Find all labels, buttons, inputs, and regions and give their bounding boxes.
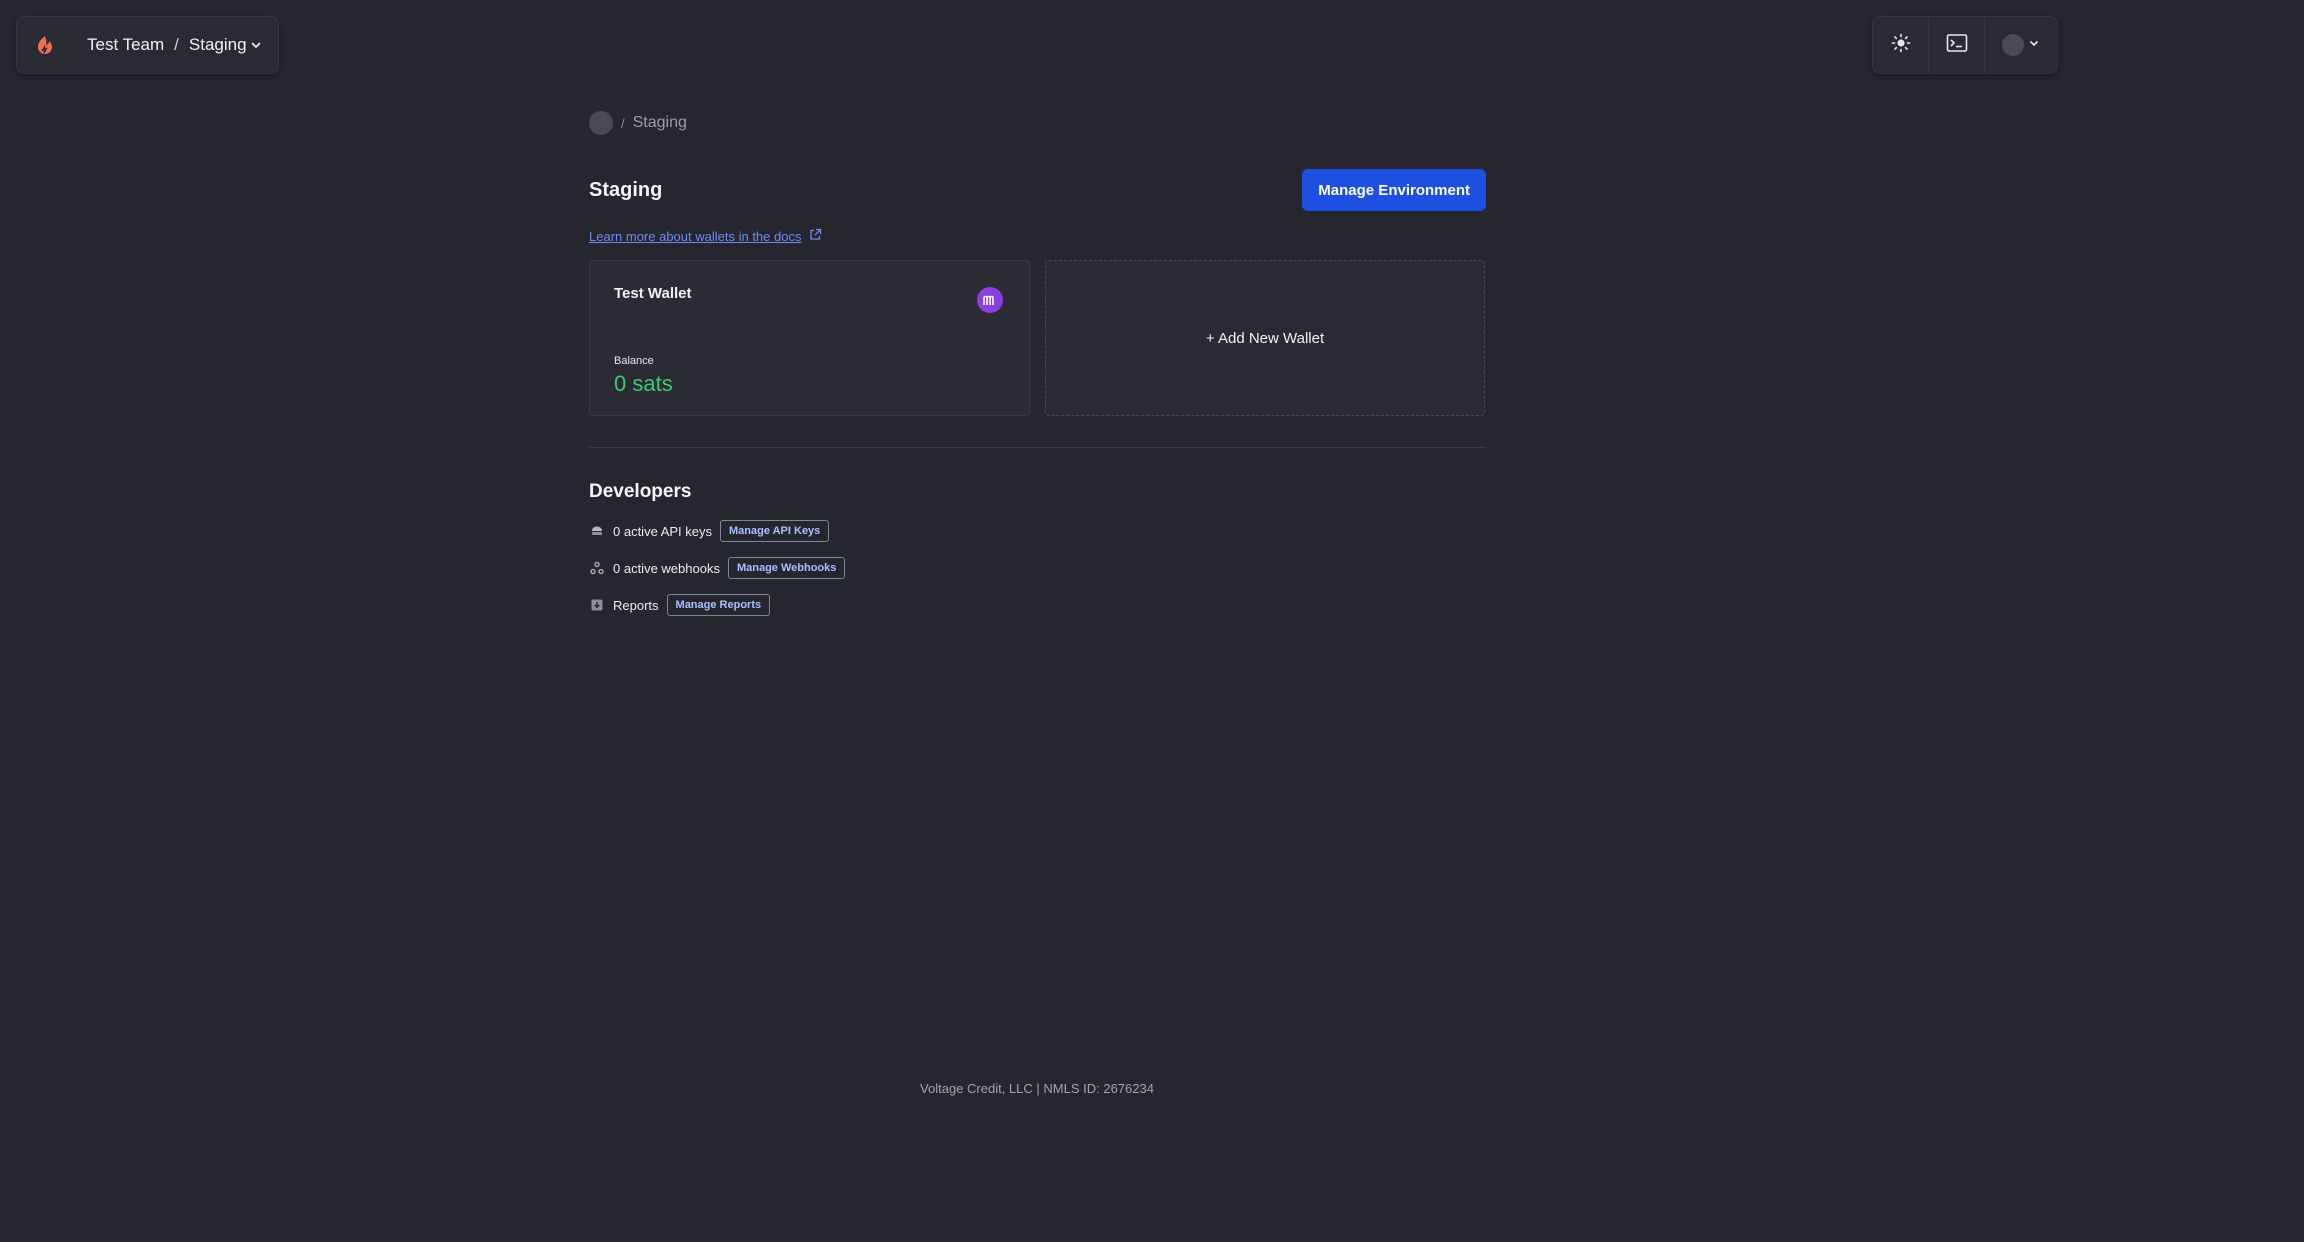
webhooks-count: 0 active webhooks: [613, 560, 720, 576]
page-title: Staging: [589, 178, 663, 201]
developers-heading: Developers: [589, 481, 692, 502]
team-separator: /: [174, 35, 179, 54]
terminal-button[interactable]: [1929, 17, 1985, 73]
breadcrumb-separator: /: [621, 115, 625, 131]
api-keys-count: 0 active API keys: [613, 523, 712, 539]
team-environment-label: Test Team / Staging: [87, 35, 248, 55]
voltage-logo-icon: [33, 33, 57, 57]
footer-text: Voltage Credit, LLC | NMLS ID: 2676234: [920, 1081, 1154, 1096]
team-name: Test Team: [87, 35, 165, 54]
key-icon: [589, 523, 605, 539]
main-content: / Staging Staging Manage Environment Lea…: [589, 108, 1486, 630]
wallet-grid: Test Wallet Balance 0 sats + Add New Wal…: [589, 260, 1486, 416]
chevron-down-icon: [2028, 36, 2040, 54]
balance-value: 0 sats: [614, 371, 673, 396]
breadcrumb-current: Staging: [632, 114, 687, 131]
breadcrumb-team-avatar[interactable]: [589, 111, 613, 135]
breadcrumb: / Staging: [589, 108, 1486, 138]
manage-webhooks-button[interactable]: Manage Webhooks: [727, 557, 846, 579]
manage-environment-button[interactable]: Manage Environment: [1302, 169, 1486, 211]
top-toolbar: [1872, 16, 2058, 74]
dev-item-webhooks: 0 active webhooks Manage Webhooks: [589, 556, 1486, 580]
external-link-icon: [809, 228, 822, 244]
docs-link-text: Learn more about wallets in the docs: [589, 228, 802, 244]
avatar: [2002, 34, 2024, 56]
sun-icon: [1891, 33, 1911, 58]
section-divider: [589, 447, 1486, 448]
environment-name: Staging: [188, 35, 247, 54]
account-menu-button[interactable]: [1985, 17, 2057, 73]
title-row: Staging Manage Environment: [589, 168, 1486, 212]
manage-reports-button[interactable]: Manage Reports: [666, 594, 771, 616]
report-icon: [589, 597, 605, 613]
theme-toggle-button[interactable]: [1873, 17, 1929, 73]
chevron-down-icon[interactable]: [248, 37, 264, 53]
dev-item-reports: Reports Manage Reports: [589, 593, 1486, 617]
team-environment-switcher[interactable]: Test Team / Staging: [16, 16, 279, 74]
reports-label: Reports: [613, 597, 659, 613]
terminal-icon: [1946, 33, 1968, 58]
wallet-card[interactable]: Test Wallet Balance 0 sats: [589, 260, 1030, 416]
add-new-wallet-label: + Add New Wallet: [1205, 329, 1325, 347]
developers-list: 0 active API keys Manage API Keys 0 acti…: [589, 519, 1486, 617]
manage-api-keys-button[interactable]: Manage API Keys: [720, 520, 830, 542]
dev-item-api-keys: 0 active API keys Manage API Keys: [589, 519, 1486, 543]
m-badge-icon: [977, 287, 1003, 313]
docs-link[interactable]: Learn more about wallets in the docs: [589, 226, 1486, 246]
webhook-icon: [589, 560, 605, 576]
add-new-wallet-card[interactable]: + Add New Wallet: [1045, 260, 1485, 416]
wallet-name: Test Wallet: [614, 285, 692, 302]
balance-label: Balance: [614, 355, 654, 367]
